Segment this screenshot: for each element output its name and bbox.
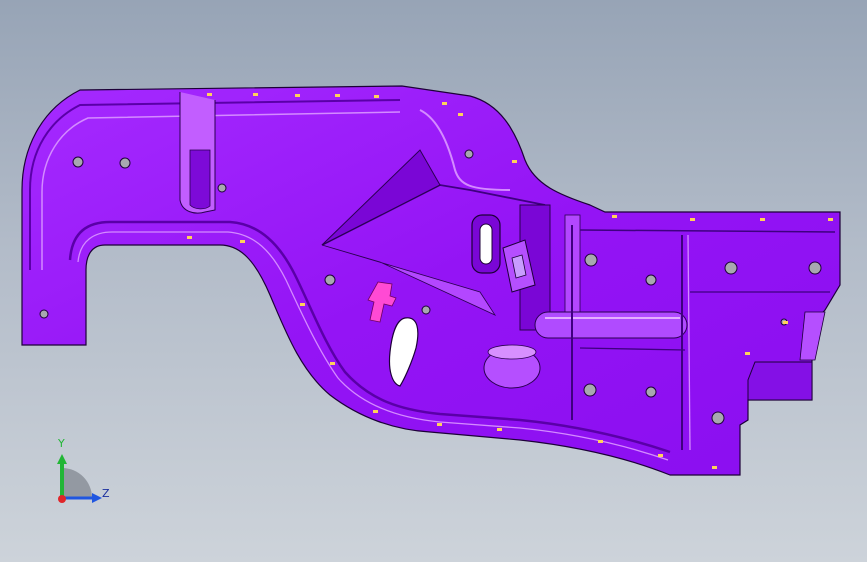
- coordinate-triad[interactable]: Y Z: [40, 436, 130, 516]
- hole: [724, 261, 738, 275]
- triad-plane-fill: [62, 468, 92, 498]
- hole: [324, 274, 336, 286]
- coordinate-triad-icon: [57, 454, 102, 503]
- hole: [421, 305, 431, 315]
- hole: [645, 386, 657, 398]
- z-axis-arrow: [92, 493, 102, 503]
- elongated-slot-hole: [479, 223, 493, 265]
- hole: [808, 261, 822, 275]
- hole: [217, 183, 227, 193]
- cylindrical-boss-top: [487, 344, 537, 360]
- right-step-flange: [747, 361, 813, 401]
- x-axis-origin: [58, 495, 66, 503]
- y-axis-label: Y: [58, 437, 65, 450]
- hole: [711, 411, 725, 425]
- hole: [72, 156, 84, 168]
- y-axis-arrow: [57, 454, 67, 464]
- hole: [39, 309, 49, 319]
- hole: [119, 157, 131, 169]
- hole: [645, 274, 657, 286]
- hole: [584, 253, 598, 267]
- sheet-metal-part-model[interactable]: [0, 0, 867, 562]
- cad-viewport[interactable]: Y Z: [0, 0, 867, 562]
- left-vertical-channel-shadow: [189, 149, 211, 210]
- z-axis-label: Z: [102, 487, 110, 500]
- horizontal-cylinder-rib: [534, 311, 688, 339]
- hole: [583, 383, 597, 397]
- hole: [464, 149, 474, 159]
